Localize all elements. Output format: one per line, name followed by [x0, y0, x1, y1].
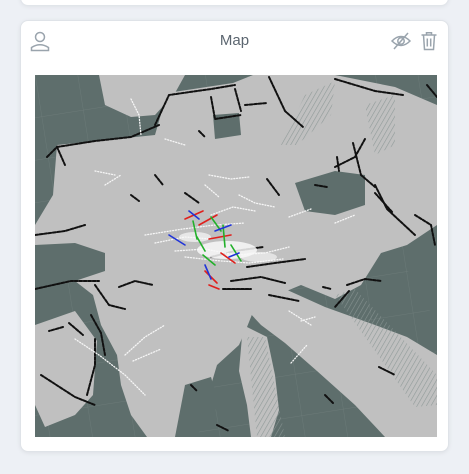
panel-header: Map [21, 21, 448, 61]
panel-title: Map [219, 32, 250, 49]
map-panel: Map [20, 20, 449, 452]
eye-off-icon[interactable] [389, 29, 413, 53]
previous-panel-edge [20, 0, 449, 6]
map-canvas[interactable] [35, 75, 437, 437]
trash-icon[interactable] [417, 29, 441, 53]
